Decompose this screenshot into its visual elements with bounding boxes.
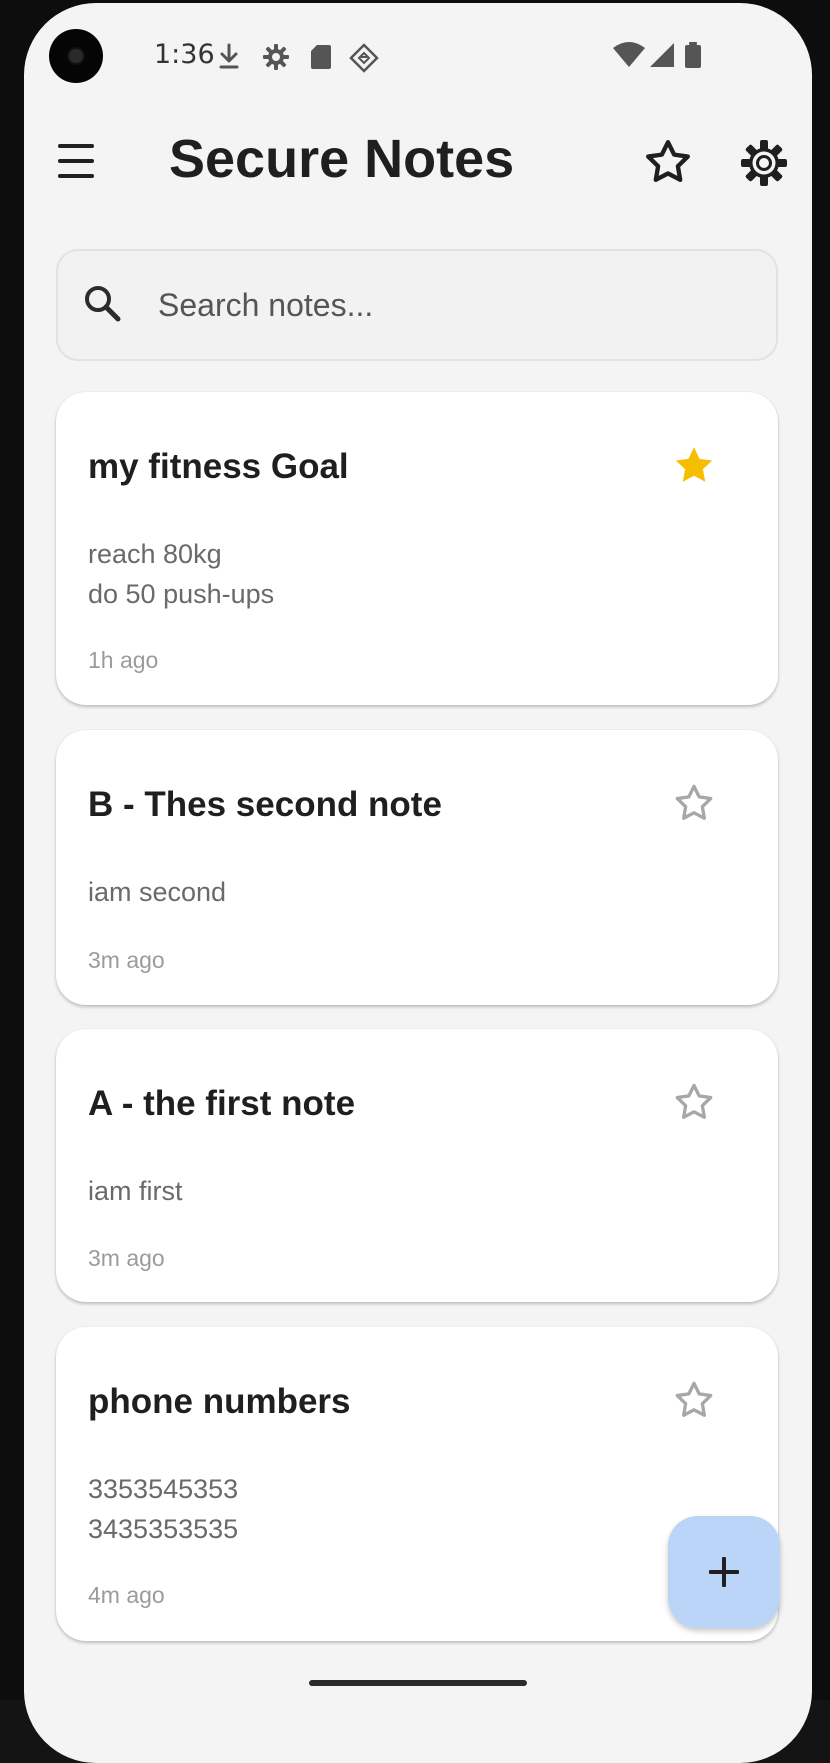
note-body-line: 3435353535	[88, 1514, 239, 1544]
phone-frame: 1:36 Secure Notes Search notes... my fit…	[0, 0, 830, 1763]
status-time: 1:36	[154, 39, 215, 70]
hamburger-menu-icon[interactable]	[52, 137, 100, 185]
starred-star-icon[interactable]	[672, 444, 716, 488]
search-bar[interactable]	[56, 249, 778, 361]
note-card[interactable]: B - Thes second note iam second 3m ago	[56, 730, 778, 1005]
menu-line	[58, 159, 94, 163]
note-title: B - Thes second note	[88, 785, 442, 824]
search-input[interactable]	[158, 275, 748, 335]
note-timestamp: 1h ago	[88, 647, 159, 673]
note-body-line: do 50 push-ups	[88, 579, 275, 609]
favorites-star-outline-icon[interactable]	[642, 137, 694, 189]
battery-icon	[685, 42, 701, 68]
note-timestamp: 3m ago	[88, 1245, 165, 1271]
sd-card-icon	[311, 45, 331, 69]
cell-signal-icon	[650, 43, 674, 67]
note-body: iam second	[88, 872, 648, 912]
note-card[interactable]: my fitness Goal reach 80kg do 50 push-up…	[56, 392, 778, 705]
note-title: phone numbers	[88, 1382, 351, 1421]
note-body-line: 3353545353	[88, 1474, 239, 1504]
unstarred-star-icon[interactable]	[672, 1081, 716, 1125]
unstarred-star-icon[interactable]	[672, 1379, 716, 1423]
app-screen: 1:36 Secure Notes Search notes... my fit…	[24, 3, 812, 1763]
note-title: A - the first note	[88, 1084, 356, 1123]
note-body: reach 80kg do 50 push-ups	[88, 534, 648, 614]
camera-lens	[69, 49, 83, 63]
camera-cutout	[49, 29, 103, 83]
note-card[interactable]: A - the first note iam first 3m ago	[56, 1029, 778, 1302]
status-bar: 1:36	[24, 3, 812, 113]
add-note-button[interactable]	[668, 1516, 780, 1628]
menu-line	[58, 174, 94, 178]
download-icon	[219, 43, 239, 69]
note-body: iam first	[88, 1171, 648, 1211]
note-timestamp: 3m ago	[88, 947, 165, 973]
note-body-line: reach 80kg	[88, 539, 222, 569]
gear-icon[interactable]	[738, 137, 790, 189]
note-body-line: iam second	[88, 877, 227, 907]
gesture-navigation-handle[interactable]	[309, 1680, 527, 1686]
diamond-app-icon	[349, 43, 379, 73]
plus-icon	[722, 1557, 726, 1587]
menu-line	[58, 144, 94, 148]
note-timestamp: 4m ago	[88, 1582, 165, 1608]
settings-gear-icon	[263, 44, 289, 70]
wifi-icon	[613, 42, 645, 67]
page-title: Secure Notes	[169, 129, 515, 189]
search-icon	[85, 286, 121, 322]
note-body: 3353545353 3435353535	[88, 1469, 648, 1549]
note-body-line: iam first	[88, 1176, 183, 1206]
unstarred-star-icon[interactable]	[672, 782, 716, 826]
note-title: my fitness Goal	[88, 447, 349, 486]
